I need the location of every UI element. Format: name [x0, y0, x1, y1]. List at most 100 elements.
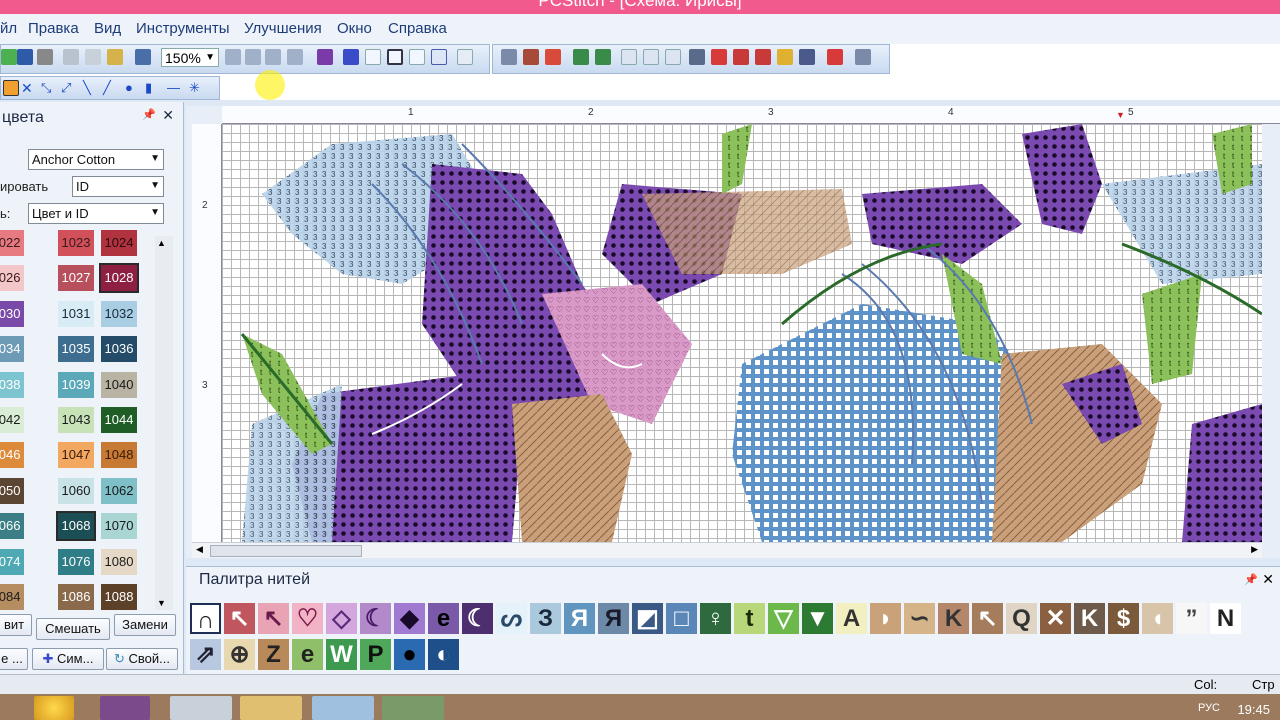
horizontal-scrollbar[interactable]: ◀ ▶: [192, 542, 1262, 558]
palette-cell[interactable]: ”: [1176, 603, 1207, 634]
magic-icon[interactable]: [777, 49, 793, 65]
undo-icon[interactable]: [135, 49, 151, 65]
color-swatch[interactable]: 1027: [58, 265, 94, 292]
language-indicator[interactable]: РУС: [1198, 702, 1220, 714]
color-swatch[interactable]: 1066: [0, 513, 24, 540]
color-swatch[interactable]: 1022: [0, 230, 24, 256]
color-swatch[interactable]: 1024: [101, 230, 137, 256]
zoom-select-icon[interactable]: [287, 49, 303, 65]
stitch-grid[interactable]: 3 ♡ t: [222, 124, 1262, 542]
brand-select[interactable]: Anchor Cotton ▼: [28, 149, 164, 170]
palette-cell[interactable]: K: [1074, 603, 1105, 634]
knot-icon[interactable]: [431, 49, 447, 65]
save-icon[interactable]: [17, 49, 33, 65]
color-swatch[interactable]: 1031: [58, 300, 94, 327]
color-swatch[interactable]: 1030: [0, 300, 24, 327]
color-swatch[interactable]: 1076: [58, 548, 94, 575]
mix-button[interactable]: Смешать: [36, 618, 110, 640]
symbol-button[interactable]: ✚ Сим...: [32, 648, 104, 670]
pin-icon[interactable]: 📌: [1244, 573, 1258, 586]
print-icon[interactable]: [37, 49, 53, 65]
menu-help[interactable]: Справка: [388, 20, 447, 37]
color-swatch[interactable]: 1023: [58, 230, 94, 256]
check-icon[interactable]: [689, 49, 705, 65]
color-swatch[interactable]: 1086: [58, 584, 94, 610]
cut-icon[interactable]: [63, 49, 79, 65]
eraser-icon[interactable]: [545, 49, 561, 65]
mirror-icon[interactable]: [755, 49, 771, 65]
color-grid-icon[interactable]: [317, 49, 333, 65]
palette-cell[interactable]: t: [734, 603, 765, 634]
palette-cell[interactable]: N: [1210, 603, 1241, 634]
quarter-stitch-icon[interactable]: [387, 49, 403, 65]
palette-cell[interactable]: ◖: [1142, 603, 1173, 634]
color-swatch[interactable]: 1043: [58, 407, 94, 433]
palette-cell[interactable]: ☾: [360, 603, 391, 634]
line-icon[interactable]: —: [167, 80, 183, 96]
palette-cell[interactable]: K: [938, 603, 969, 634]
anchor-icon[interactable]: [799, 49, 815, 65]
crop-icon[interactable]: [827, 49, 843, 65]
color-swatch[interactable]: 1038: [0, 371, 24, 398]
half-cross-icon[interactable]: ⤡: [41, 80, 57, 96]
palette-cell[interactable]: A: [836, 603, 867, 634]
color-swatch[interactable]: 1047: [58, 442, 94, 469]
french-knot-icon[interactable]: ●: [125, 80, 141, 96]
chevron-left-icon[interactable]: ◀: [196, 544, 203, 555]
panel-icon[interactable]: [621, 49, 637, 65]
backstitch-line-icon[interactable]: ╲: [83, 80, 99, 96]
close-icon[interactable]: ✕: [162, 107, 174, 124]
color-swatch[interactable]: 1068: [56, 511, 96, 542]
palette-cell[interactable]: ⊕: [224, 639, 255, 670]
palette-cell[interactable]: Z: [258, 639, 289, 670]
new-icon[interactable]: [1, 49, 17, 65]
palette-cell[interactable]: Я: [564, 603, 595, 634]
active-tool-icon[interactable]: [3, 80, 19, 96]
palette-cell[interactable]: ♀: [700, 603, 731, 634]
palette-cell[interactable]: ☾: [462, 603, 493, 634]
bead-icon[interactable]: ▮: [145, 80, 161, 96]
palette-cell[interactable]: ↖: [258, 603, 289, 634]
color-swatch[interactable]: 1046: [0, 442, 24, 469]
palette-cell[interactable]: ◐: [428, 639, 459, 670]
palette-cell[interactable]: ●: [394, 639, 425, 670]
color-swatch[interactable]: 1042: [0, 407, 24, 433]
palette-cell[interactable]: Q: [1006, 603, 1037, 634]
palette-cell[interactable]: ▼: [802, 603, 833, 634]
palette-cell[interactable]: ∩: [190, 603, 221, 634]
taskbar-pcstitch-icon[interactable]: [170, 696, 232, 720]
backstitch-icon[interactable]: [409, 49, 425, 65]
palette-cell[interactable]: P: [360, 639, 391, 670]
paste-icon[interactable]: [107, 49, 123, 65]
taskbar-video-icon[interactable]: [382, 696, 444, 720]
color-swatch[interactable]: 1040: [101, 371, 137, 398]
zoom-select[interactable]: 150% ▼: [161, 48, 219, 67]
clock[interactable]: 19:45: [1237, 702, 1270, 717]
more-button[interactable]: е ...: [0, 648, 28, 670]
quarter-cross-icon[interactable]: ⤢: [61, 80, 77, 96]
sort-select[interactable]: ID ▼: [72, 176, 164, 197]
zoom-out-icon[interactable]: [245, 49, 261, 65]
color-swatch[interactable]: 1028: [99, 263, 139, 294]
chevron-right-icon[interactable]: ▶: [1251, 544, 1258, 555]
full-stitch-icon[interactable]: [343, 49, 359, 65]
palette-cell[interactable]: ◆: [394, 603, 425, 634]
palette-cell[interactable]: ◇: [326, 603, 357, 634]
palette-cell[interactable]: ∽: [904, 603, 935, 634]
zoom-in-icon[interactable]: [225, 49, 241, 65]
zoom-fit-icon[interactable]: [265, 49, 281, 65]
select-icon[interactable]: [501, 49, 517, 65]
color-swatch[interactable]: 1032: [101, 300, 137, 327]
palette-cell[interactable]: ▽: [768, 603, 799, 634]
chevron-up-icon[interactable]: ▲: [157, 238, 166, 248]
color-swatch[interactable]: 1070: [101, 513, 137, 540]
color-swatch[interactable]: 1080: [101, 548, 137, 575]
color-swatch[interactable]: 1044: [101, 407, 137, 433]
rotate-icon[interactable]: [733, 49, 749, 65]
palette-cell[interactable]: □: [666, 603, 697, 634]
star-stitch-icon[interactable]: ✳: [189, 80, 205, 96]
properties-button[interactable]: ↻ Свой...: [106, 648, 178, 670]
half-stitch-icon[interactable]: [365, 49, 381, 65]
split-icon[interactable]: [643, 49, 659, 65]
swatch-scrollbar[interactable]: ▲ ▼: [155, 236, 173, 610]
